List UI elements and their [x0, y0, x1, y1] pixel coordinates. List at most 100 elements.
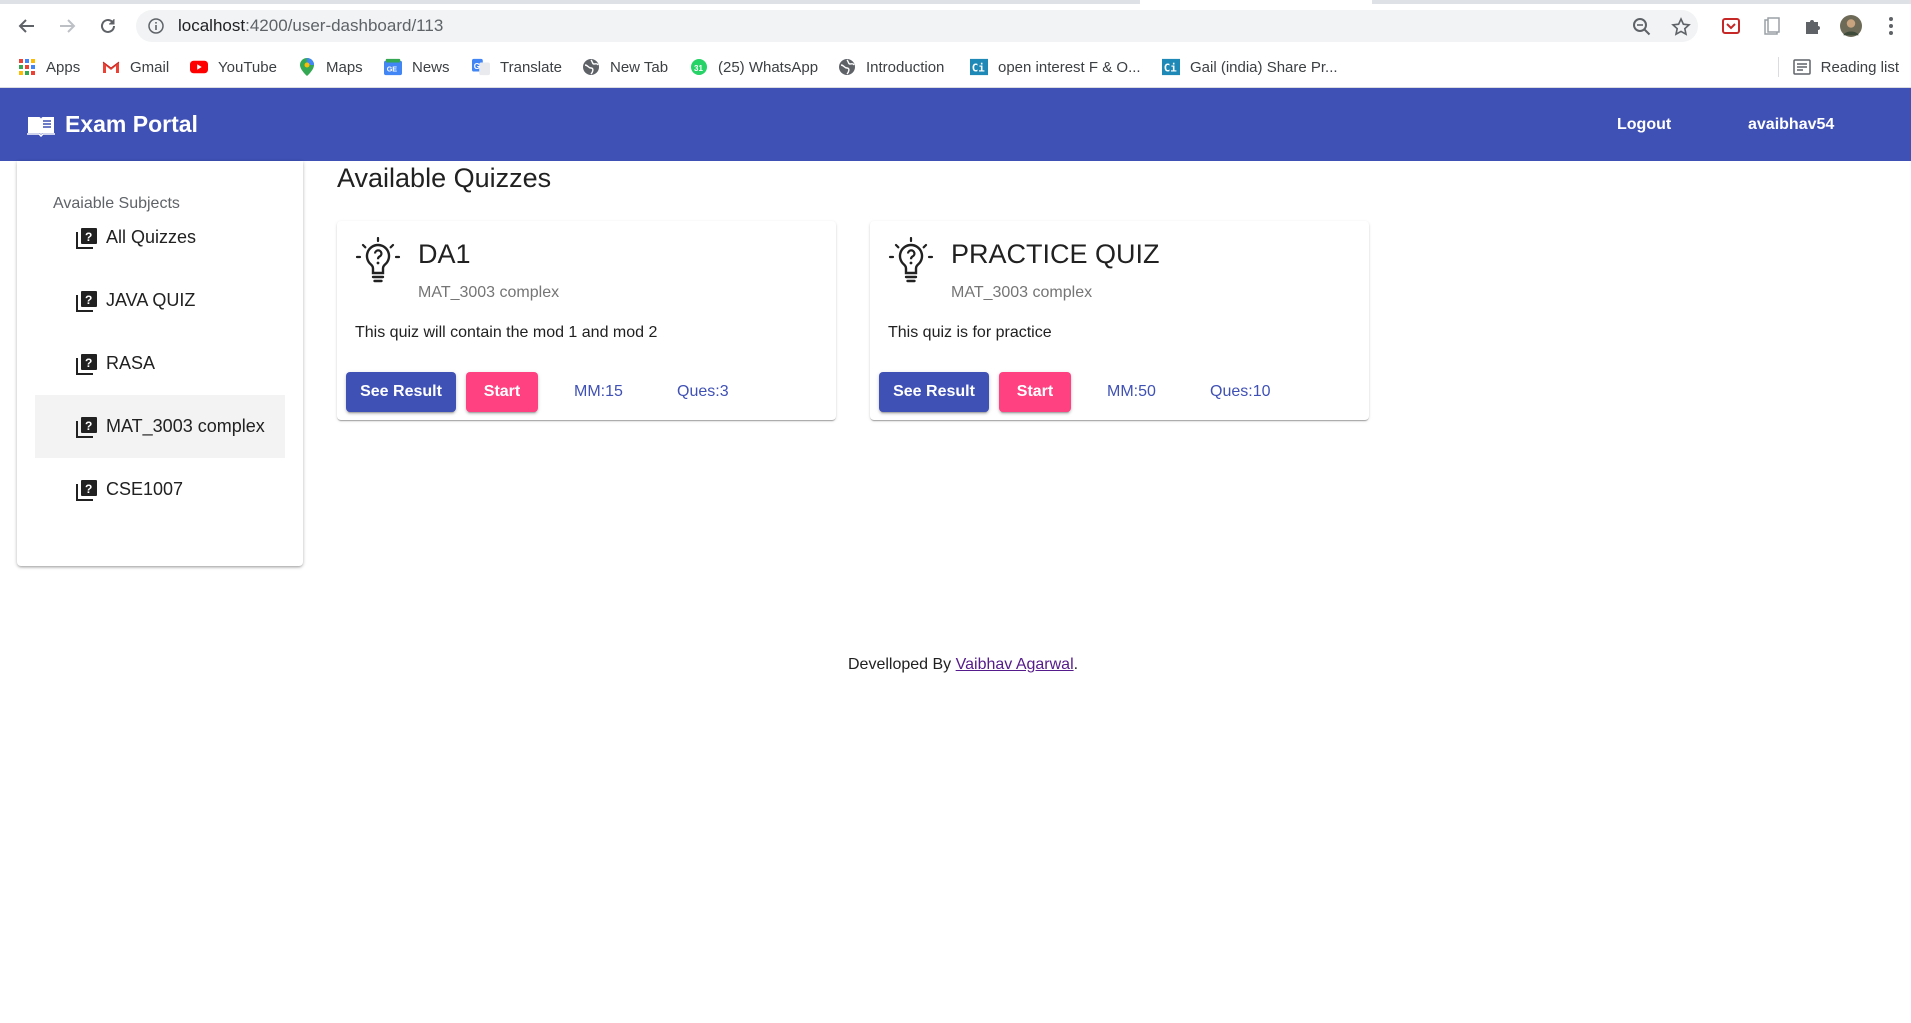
site-info-icon[interactable]: [148, 18, 164, 34]
reload-icon: [101, 18, 115, 33]
bookmark-label: Translate: [500, 58, 562, 76]
reload-button[interactable]: [95, 13, 121, 39]
quiz-title: PRACTICE QUIZ: [951, 239, 1160, 269]
svg-text:G: G: [474, 62, 480, 71]
zoom-icon[interactable]: [1632, 17, 1652, 37]
svg-text:Ci: Ci: [1164, 62, 1177, 75]
sidebar-item-label: JAVA QUIZ: [106, 290, 196, 310]
reading-list-button[interactable]: Reading list: [1777, 56, 1899, 78]
bookmarks-bar: Apps Gmail YouTube Maps GE News G Transl…: [0, 47, 1911, 88]
bookmark-label: Introduction: [866, 58, 945, 76]
svg-text:31: 31: [694, 64, 703, 73]
quiz-icon: ?: [76, 354, 97, 375]
forward-button[interactable]: [54, 13, 80, 39]
svg-text:?: ?: [85, 356, 92, 370]
footer-suffix: .: [1073, 656, 1079, 673]
book-logo-icon: [27, 116, 55, 137]
pocket-extension-icon[interactable]: [1720, 15, 1742, 37]
bookmark-translate[interactable]: G Translate: [472, 56, 562, 78]
svg-text:Ci: Ci: [972, 62, 985, 75]
bookmark-label: News: [412, 58, 450, 76]
questions-count-button[interactable]: Ques:3: [677, 372, 729, 412]
quiz-subject: MAT_3003 complex: [418, 284, 560, 301]
see-result-button[interactable]: See Result: [346, 372, 456, 412]
extensions-puzzle-icon[interactable]: [1801, 15, 1823, 37]
sidebar-item-java-quiz[interactable]: ? JAVA QUIZ: [35, 269, 285, 332]
quiz-icon: ?: [76, 228, 97, 249]
apps-grid-icon: [18, 58, 36, 76]
author-link[interactable]: Vaibhav Agarwal: [956, 656, 1074, 673]
bookmark-gail-share[interactable]: Ci Gail (india) Share Pr...: [1162, 56, 1338, 78]
ci-icon: Ci: [1162, 58, 1180, 76]
google-news-icon: GE: [384, 58, 402, 76]
maps-pin-icon: [298, 58, 316, 76]
brand-link[interactable]: Exam Portal: [27, 88, 198, 161]
url-text[interactable]: localhost:4200/user-dashboard/113: [178, 10, 443, 42]
sidebar-item-all-quizzes[interactable]: ? All Quizzes: [35, 206, 285, 269]
svg-text:?: ?: [85, 482, 92, 496]
reading-list-icon: [1792, 59, 1811, 75]
max-marks-button[interactable]: MM:50: [1107, 372, 1156, 412]
address-bar[interactable]: localhost:4200/user-dashboard/113: [136, 10, 1698, 42]
arrow-left-icon: [18, 19, 34, 33]
globe-icon: [582, 58, 600, 76]
whatsapp-icon: 31: [690, 58, 708, 76]
bookmark-label: Gmail: [130, 58, 170, 76]
bookmark-star-icon[interactable]: [1671, 17, 1691, 37]
bookmark-introduction[interactable]: Introduction: [838, 56, 944, 78]
quiz-icon: ?: [76, 417, 97, 438]
bookmark-new-tab[interactable]: New Tab: [582, 56, 668, 78]
arrow-right-icon: [60, 19, 76, 33]
bookmark-label: New Tab: [610, 58, 669, 76]
bookmark-label: (25) WhatsApp: [718, 58, 819, 76]
app-navbar: Exam Portal Logout avaibhav54: [0, 88, 1911, 161]
reading-list-label: Reading list: [1820, 58, 1899, 76]
lightbulb-question-icon: [355, 237, 401, 283]
url-host: localhost: [178, 16, 246, 35]
questions-count-button[interactable]: Ques:10: [1210, 372, 1270, 412]
quiz-description: This quiz will contain the mod 1 and mod…: [355, 324, 658, 341]
start-button[interactable]: Start: [999, 372, 1071, 412]
lightbulb-question-icon: [888, 237, 934, 283]
sidebar-item-label: CSE1007: [106, 479, 184, 499]
footer-prefix: Develloped By: [848, 656, 956, 673]
svg-text:?: ?: [85, 293, 92, 307]
bookmark-youtube[interactable]: YouTube: [190, 56, 277, 78]
sidebar-item-rasa[interactable]: ? RASA: [35, 332, 285, 395]
max-marks-button[interactable]: MM:15: [574, 372, 623, 412]
ci-icon: Ci: [970, 58, 988, 76]
profile-avatar[interactable]: [1840, 15, 1862, 37]
sidebar-item-cse1007[interactable]: ? CSE1007: [35, 458, 285, 521]
translate-icon: G: [472, 58, 490, 76]
footer: Develloped By Vaibhav Agarwal.: [848, 656, 1078, 674]
bookmark-apps[interactable]: Apps: [18, 56, 80, 78]
bookmark-label: Apps: [46, 58, 81, 76]
quiz-icon: ?: [76, 480, 97, 501]
youtube-icon: [190, 58, 208, 76]
bookmark-gmail[interactable]: Gmail: [102, 56, 169, 78]
sidebar-item-label: RASA: [106, 353, 156, 373]
bookmark-open-interest[interactable]: Ci open interest F & O...: [970, 56, 1141, 78]
see-result-button[interactable]: See Result: [879, 372, 989, 412]
sidebar-item-label: All Quizzes: [106, 227, 197, 247]
bookmarks-divider: [1777, 57, 1779, 77]
bookmark-news[interactable]: GE News: [384, 56, 450, 78]
svg-text:GE: GE: [387, 65, 398, 74]
bookmark-maps[interactable]: Maps: [298, 56, 363, 78]
quiz-subject: MAT_3003 complex: [951, 284, 1093, 301]
brand-title: Exam Portal: [65, 111, 198, 137]
logout-link[interactable]: Logout: [1617, 88, 1671, 161]
back-button[interactable]: [14, 13, 40, 39]
docs-extension-icon[interactable]: [1761, 15, 1783, 37]
url-path: :4200/user-dashboard/113: [245, 16, 444, 35]
browser-menu-icon[interactable]: [1880, 15, 1902, 37]
bookmark-whatsapp[interactable]: 31 (25) WhatsApp: [690, 56, 818, 78]
bookmark-label: Maps: [326, 58, 363, 76]
quiz-card: PRACTICE QUIZ MAT_3003 complex This quiz…: [870, 221, 1369, 420]
browser-toolbar: localhost:4200/user-dashboard/113: [0, 4, 1911, 47]
svg-text:?: ?: [85, 230, 92, 244]
sidebar-item-mat-3003-complex[interactable]: ? MAT_3003 complex: [35, 395, 285, 458]
username-link[interactable]: avaibhav54: [1748, 88, 1834, 161]
quiz-title: DA1: [418, 239, 471, 269]
start-button[interactable]: Start: [466, 372, 538, 412]
